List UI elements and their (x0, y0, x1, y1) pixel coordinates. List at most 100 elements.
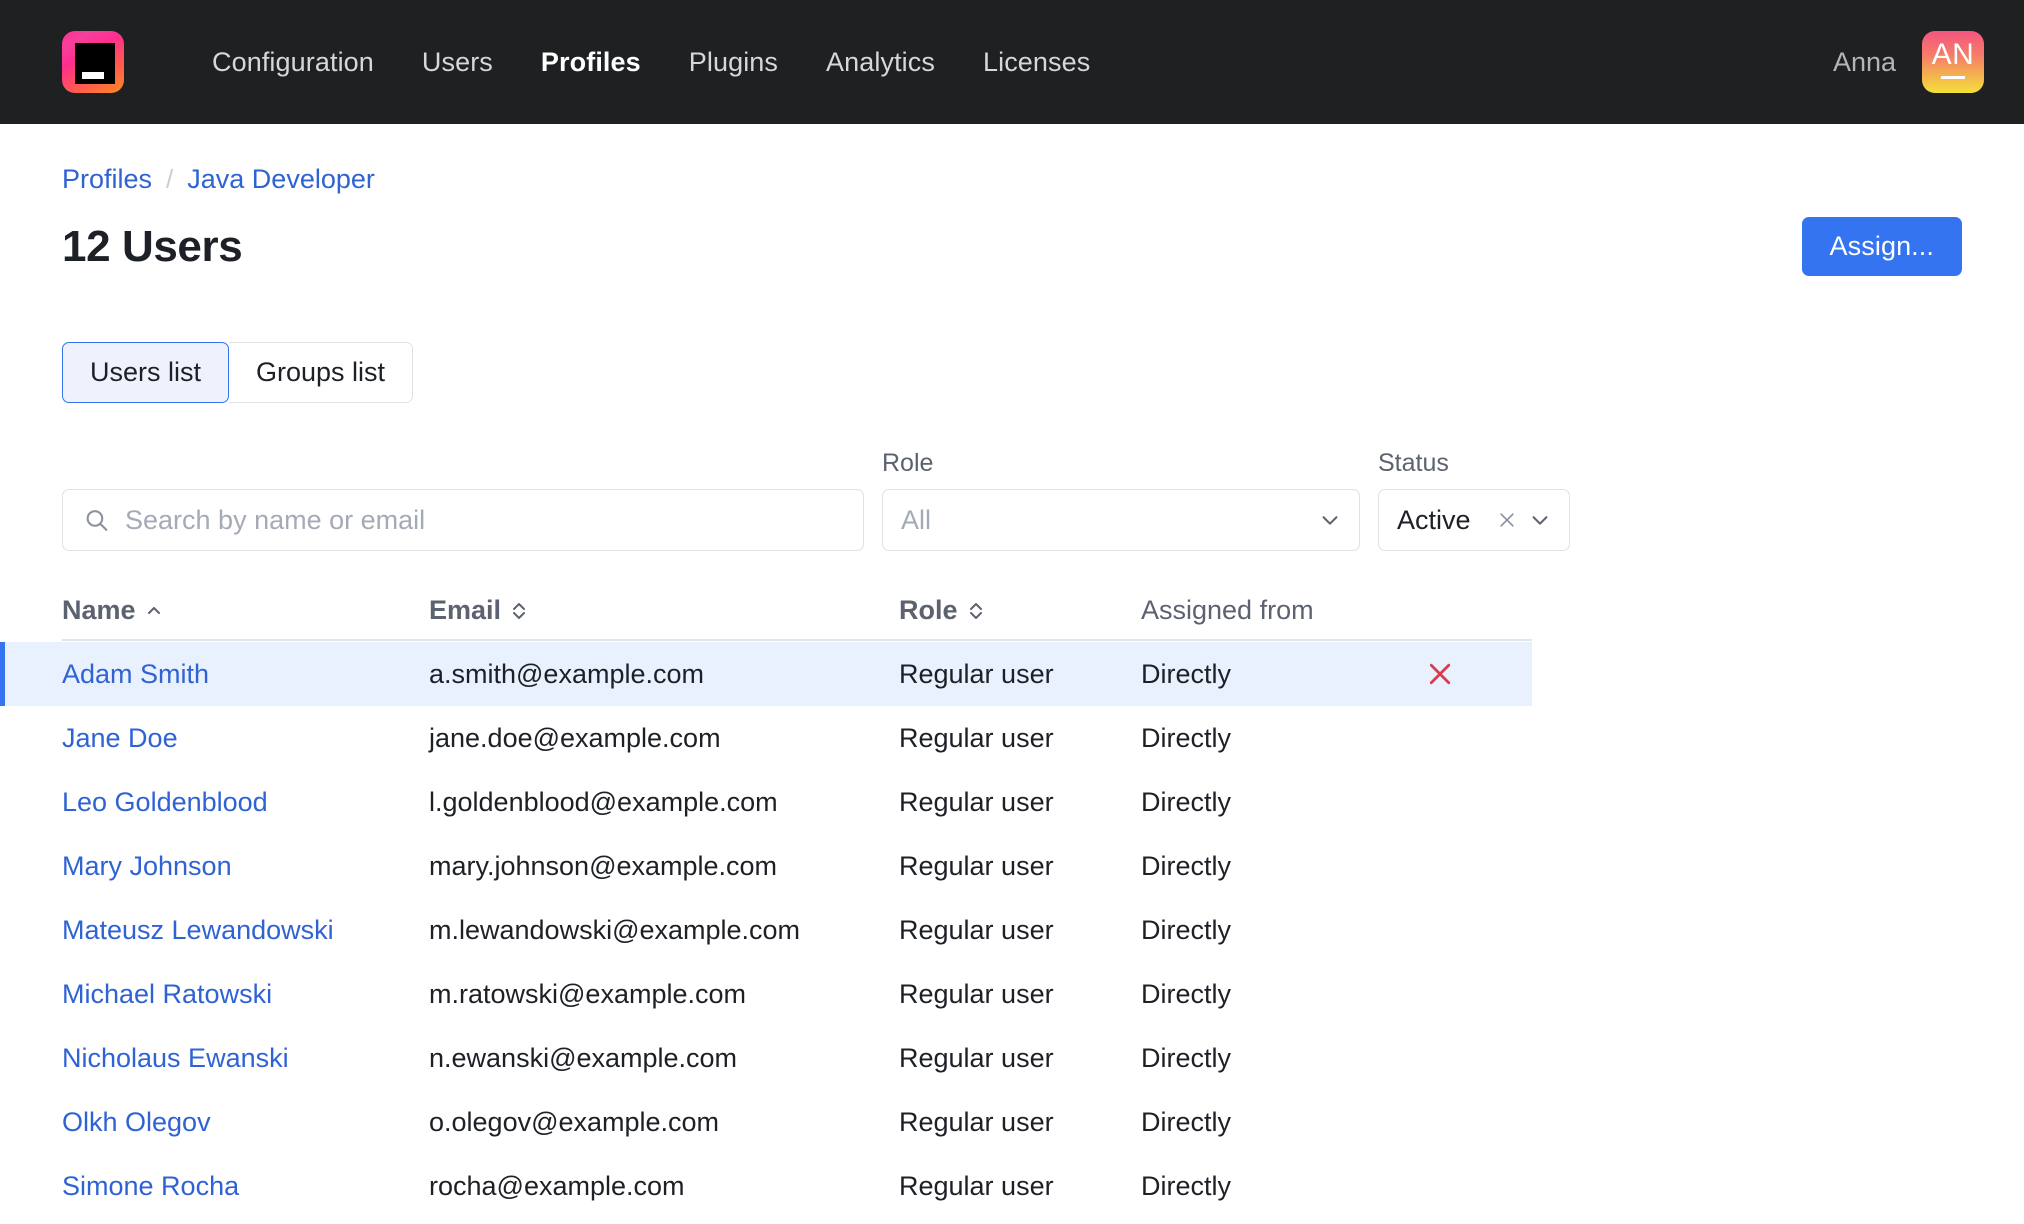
column-header-role-label: Role (899, 595, 958, 625)
user-name-link[interactable]: Jane Doe (62, 723, 178, 753)
user-assigned-from: Directly (1141, 722, 1232, 753)
user-name-link[interactable]: Leo Goldenblood (62, 787, 268, 817)
product-logo-icon[interactable] (62, 31, 124, 93)
user-assigned-from: Directly (1141, 786, 1232, 817)
page-content: Profiles / Java Developer 12 Users Assig… (0, 124, 2024, 1218)
logo-inner-bar (82, 72, 104, 79)
user-name-link[interactable]: Mateusz Lewandowski (62, 915, 334, 945)
user-role: Regular user (899, 978, 1054, 1009)
table-header-row: Name Email Role Assigned from (62, 595, 1532, 641)
user-name-link[interactable]: Michael Ratowski (62, 979, 272, 1009)
chevron-down-icon (1322, 516, 1338, 525)
column-header-email-label: Email (429, 595, 502, 625)
user-role: Regular user (899, 850, 1054, 881)
user-role: Regular user (899, 1170, 1054, 1201)
breadcrumb-separator: / (166, 164, 174, 194)
assign-button[interactable]: Assign... (1801, 217, 1962, 276)
user-role: Regular user (899, 786, 1054, 817)
list-type-tabs: Users list Groups list (62, 342, 414, 403)
user-email: m.lewandowski@example.com (429, 914, 801, 945)
user-role: Regular user (899, 1106, 1054, 1137)
user-assigned-from: Directly (1141, 914, 1232, 945)
avatar-underscore (1941, 76, 1965, 79)
top-navigation-bar: Configuration Users Profiles Plugins Ana… (0, 0, 2024, 124)
user-name-link[interactable]: Simone Rocha (62, 1171, 239, 1201)
user-email: n.ewanski@example.com (429, 1042, 738, 1073)
user-role: Regular user (899, 914, 1054, 945)
status-filter-field: Status Active (1378, 449, 1570, 551)
status-filter-label: Status (1378, 449, 1449, 477)
sort-unsorted-icon (969, 602, 982, 619)
user-email: m.ratowski@example.com (429, 978, 746, 1009)
column-header-name-label: Name (62, 595, 136, 625)
user-name-link[interactable]: Nicholaus Ewanski (62, 1043, 289, 1073)
table-row[interactable]: Mateusz Lewandowski m.lewandowski@exampl… (62, 898, 1532, 962)
avatar-initials: AN (1931, 38, 1975, 71)
status-filter-select[interactable]: Active (1378, 489, 1570, 551)
nav-item-licenses[interactable]: Licenses (959, 39, 1114, 86)
user-assigned-from: Directly (1141, 1106, 1232, 1137)
column-header-assigned-from: Assigned from (1141, 595, 1403, 626)
user-email: mary.johnson@example.com (429, 850, 778, 881)
nav-item-analytics[interactable]: Analytics (802, 39, 959, 86)
user-email: jane.doe@example.com (429, 722, 721, 753)
status-filter-value: Active (1397, 504, 1471, 535)
role-filter-value: All (901, 504, 932, 535)
clear-status-icon[interactable] (1497, 510, 1517, 530)
users-table: Name Email Role Assigned from Adam Smith… (0, 595, 1532, 1218)
table-row[interactable]: Nicholaus Ewanski n.ewanski@example.com … (62, 1026, 1532, 1090)
breadcrumb-profiles[interactable]: Profiles (62, 164, 152, 195)
table-row[interactable]: Jane Doe jane.doe@example.com Regular us… (62, 706, 1532, 770)
nav-item-users[interactable]: Users (398, 39, 517, 86)
user-assigned-from: Directly (1141, 1170, 1232, 1201)
sort-ascending-icon (147, 606, 160, 614)
chevron-down-icon (1532, 516, 1548, 525)
role-filter-field: Role All (882, 449, 1360, 551)
user-assigned-from: Directly (1141, 1042, 1232, 1073)
user-assigned-from: Directly (1141, 850, 1232, 881)
nav-item-plugins[interactable]: Plugins (665, 39, 802, 86)
user-assigned-from: Directly (1141, 658, 1232, 689)
table-row[interactable]: Olkh Olegov o.olegov@example.com Regular… (62, 1090, 1532, 1154)
close-icon (1429, 663, 1451, 685)
table-row[interactable]: Leo Goldenblood l.goldenblood@example.co… (62, 770, 1532, 834)
user-assigned-from: Directly (1141, 978, 1232, 1009)
user-role: Regular user (899, 722, 1054, 753)
user-role: Regular user (899, 658, 1054, 689)
avatar[interactable]: AN (1922, 31, 1984, 93)
current-user-name: Anna (1832, 46, 1896, 77)
tab-users-list[interactable]: Users list (62, 342, 230, 403)
table-row[interactable]: Mary Johnson mary.johnson@example.com Re… (62, 834, 1532, 898)
sort-unsorted-icon (513, 602, 526, 619)
user-email: a.smith@example.com (429, 658, 704, 689)
table-row[interactable]: Michael Ratowski m.ratowski@example.com … (62, 962, 1532, 1026)
user-name-link[interactable]: Olkh Olegov (62, 1107, 211, 1137)
tab-groups-list[interactable]: Groups list (229, 342, 414, 403)
table-row[interactable]: Adam Smith a.smith@example.com Regular u… (0, 642, 1532, 706)
nav-item-profiles[interactable]: Profiles (517, 39, 665, 86)
search-input[interactable] (62, 489, 864, 551)
user-role: Regular user (899, 1042, 1054, 1073)
user-email: rocha@example.com (429, 1170, 685, 1201)
nav-user-area: Anna AN (1833, 31, 1984, 93)
role-filter-label: Role (882, 449, 934, 477)
breadcrumb-java-developer[interactable]: Java Developer (187, 164, 375, 195)
role-filter-select[interactable]: All (882, 489, 1360, 551)
column-header-assigned-from-label: Assigned from (1141, 595, 1314, 625)
column-header-role[interactable]: Role (899, 595, 1141, 626)
main-nav: Configuration Users Profiles Plugins Ana… (188, 39, 1114, 86)
user-name-link[interactable]: Mary Johnson (62, 851, 232, 881)
page-title: 12 Users (62, 221, 243, 271)
search-field (62, 489, 864, 551)
breadcrumb: Profiles / Java Developer (62, 124, 1962, 195)
column-header-name[interactable]: Name (62, 595, 429, 626)
remove-user-button[interactable] (1425, 659, 1455, 689)
column-header-email[interactable]: Email (429, 595, 899, 626)
user-email: o.olegov@example.com (429, 1106, 720, 1137)
nav-item-configuration[interactable]: Configuration (188, 39, 398, 86)
filter-bar: Role All Status Active (62, 449, 1962, 551)
table-row[interactable]: Simone Rocha rocha@example.com Regular u… (62, 1154, 1532, 1218)
page-title-row: 12 Users Assign... (62, 217, 1962, 276)
user-name-link[interactable]: Adam Smith (62, 659, 209, 689)
user-email: l.goldenblood@example.com (429, 786, 778, 817)
